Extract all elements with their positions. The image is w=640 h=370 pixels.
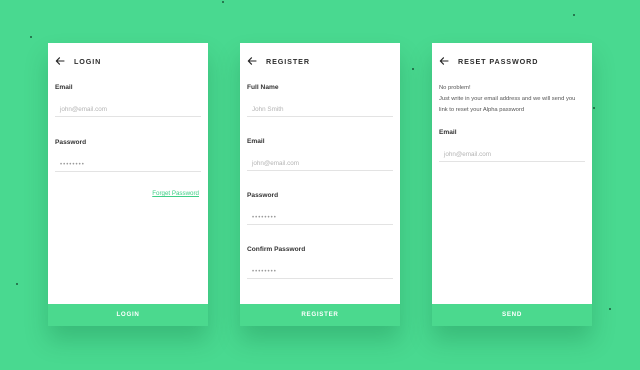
- decor-dot: [412, 68, 414, 70]
- email-label: Email: [55, 84, 73, 91]
- login-header: LOGIN: [48, 53, 208, 71]
- email-label: Email: [439, 129, 457, 136]
- decor-dot: [16, 283, 18, 285]
- login-card: LOGIN Email john@email.com Password ••••…: [48, 43, 208, 326]
- password-label: Password: [247, 192, 279, 199]
- password-field[interactable]: ••••••••: [247, 211, 393, 225]
- decor-dot: [573, 14, 575, 16]
- confirm-password-label: Confirm Password: [247, 246, 306, 253]
- decor-dot: [609, 308, 611, 310]
- decor-dot: [593, 107, 595, 109]
- email-field[interactable]: john@email.com: [439, 148, 585, 162]
- arrow-left-icon[interactable]: [247, 56, 257, 66]
- full-name-field[interactable]: John Smith: [247, 103, 393, 117]
- register-title: REGISTER: [266, 57, 310, 66]
- email-field[interactable]: john@email.com: [247, 157, 393, 171]
- decor-dot: [30, 36, 32, 38]
- full-name-label: Full Name: [247, 84, 279, 91]
- register-card: REGISTER Full Name John Smith Email john…: [240, 43, 400, 326]
- register-button[interactable]: REGISTER: [240, 304, 400, 326]
- email-label: Email: [247, 138, 265, 145]
- decor-dot: [222, 1, 224, 3]
- forgot-password-link[interactable]: Forget Password: [152, 190, 199, 197]
- confirm-password-field[interactable]: ••••••••: [247, 265, 393, 279]
- reset-message-line: link to reset your Alpha password: [439, 107, 525, 113]
- reset-password-card: RESET PASSWORD No problem! Just write in…: [432, 43, 592, 326]
- login-button[interactable]: LOGIN: [48, 304, 208, 326]
- reset-title: RESET PASSWORD: [458, 57, 539, 66]
- login-title: LOGIN: [74, 57, 102, 66]
- send-button[interactable]: SEND: [432, 304, 592, 326]
- register-header: REGISTER: [240, 53, 400, 71]
- password-field[interactable]: ••••••••: [55, 158, 201, 172]
- reset-header: RESET PASSWORD: [432, 53, 592, 71]
- reset-message-line: No problem!: [439, 85, 471, 91]
- email-field[interactable]: john@email.com: [55, 103, 201, 117]
- reset-message-line: Just write in your email address and we …: [439, 96, 576, 102]
- arrow-left-icon[interactable]: [55, 56, 65, 66]
- password-label: Password: [55, 139, 87, 146]
- arrow-left-icon[interactable]: [439, 56, 449, 66]
